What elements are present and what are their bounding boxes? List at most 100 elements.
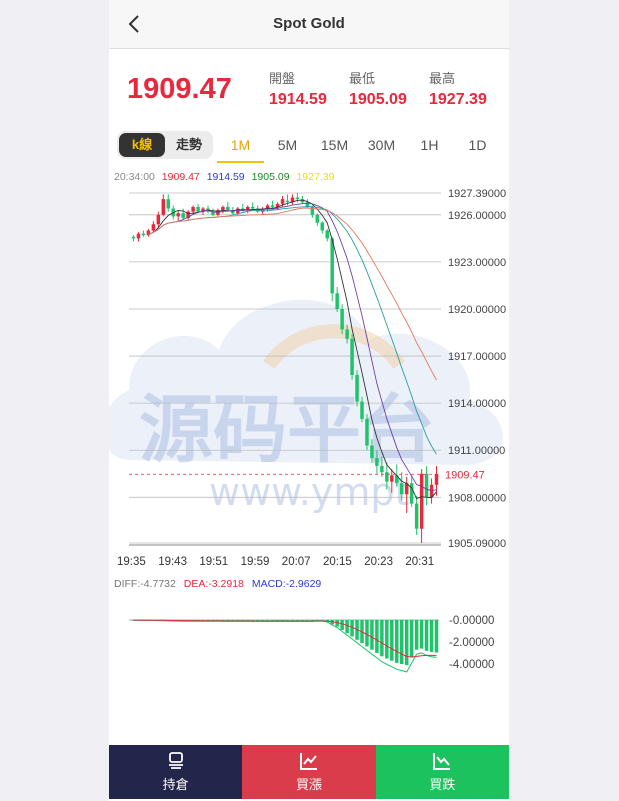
candle-body [380, 465, 384, 473]
trend-down-icon [433, 753, 451, 770]
candle-body [350, 338, 354, 375]
candle-body [295, 197, 300, 200]
buy-down-label: 買跌 [429, 777, 456, 792]
ma-line [148, 199, 437, 500]
candle-body [434, 474, 439, 485]
low-label: 最低 [349, 71, 376, 86]
time-tick-label: 20:23 [364, 556, 393, 568]
macd-bar [424, 620, 429, 651]
candle-body [385, 472, 389, 482]
candle-body [161, 199, 166, 215]
tab-trend[interactable]: 走勢 [167, 133, 211, 157]
page-title: Spot Gold [273, 15, 345, 32]
candle-body [226, 206, 230, 211]
candle-body [136, 233, 141, 239]
macd-tick-label: -0.00000 [449, 615, 494, 627]
tab-period-1m[interactable]: 1M [217, 137, 264, 153]
time-tick-label: 19:43 [158, 556, 187, 568]
chart-tabs: k線 走勢 1M 5M 15M 30M 1H 1D [109, 125, 509, 165]
high-stat: 最高 1927.39 [429, 68, 487, 109]
candle-body [365, 418, 369, 446]
last-price-tag: 1909.47 [445, 469, 485, 481]
time-tick-label: 19:51 [199, 556, 228, 568]
candle-body [181, 213, 185, 218]
candle-body [330, 238, 334, 294]
macd-bar [419, 620, 424, 649]
buy-up-button[interactable]: 買漲 [242, 745, 376, 799]
macd-bar [380, 620, 384, 657]
macd-bar [404, 620, 409, 666]
candle-body [345, 329, 349, 339]
candle-body [166, 199, 170, 209]
tab-period-1d[interactable]: 1D [454, 137, 501, 153]
macd-bar [340, 620, 344, 630]
candle-body [280, 199, 285, 204]
candle-body [355, 374, 359, 402]
app-screen: Spot Gold 1909.47 開盤 1914.59 最低 1905.09 … [109, 0, 509, 801]
candle-body [335, 293, 339, 309]
active-tab-indicator [217, 161, 264, 163]
price-tick-label: 1911.00000 [448, 445, 505, 457]
kline-chart[interactable]: 1927.39000 1926.00000 1923.00000 1920.00000… [109, 165, 509, 745]
macd-diff: DIFF:-4.7732 [114, 578, 176, 590]
candle-body [191, 206, 195, 212]
candle-body [141, 233, 146, 236]
low-value: 1905.09 [349, 91, 407, 108]
candle-body [340, 308, 344, 330]
macd-bar [429, 620, 434, 652]
high-label: 最高 [429, 71, 456, 86]
candle-body [325, 230, 329, 239]
time-tick-label: 20:31 [405, 556, 434, 568]
tab-period-1h[interactable]: 1H [406, 137, 453, 153]
candle-body [375, 458, 379, 466]
candle-body [146, 230, 151, 236]
position-icon [168, 752, 183, 769]
price-tick-label: 1926.00000 [448, 210, 506, 222]
macd-bar [345, 620, 349, 634]
ma-line [148, 206, 437, 455]
price-tick-label: 1923.00000 [448, 257, 506, 269]
macd-bar [365, 620, 369, 647]
price-tick-label: 1920.00000 [448, 304, 506, 316]
candle-body [151, 224, 156, 231]
high-value: 1927.39 [429, 91, 487, 108]
hold-button[interactable]: 持倉 [109, 745, 243, 799]
macd-bar [370, 620, 374, 650]
hold-label: 持倉 [162, 777, 189, 792]
time-tick-label: 19:35 [117, 556, 146, 568]
price-tick-label: 1917.00000 [448, 351, 506, 363]
ma-line [148, 207, 437, 381]
price-tick-label: 1908.00000 [448, 492, 506, 504]
current-price: 1909.47 [127, 73, 232, 105]
buy-down-button[interactable]: 買跌 [375, 745, 509, 799]
tab-period-30m[interactable]: 30M [358, 137, 405, 153]
tab-period-5m[interactable]: 5M [264, 137, 311, 153]
price-tick-label: 1927.39000 [448, 188, 506, 200]
open-stat: 開盤 1914.59 [269, 68, 327, 109]
low-stat: 最低 1905.09 [349, 68, 407, 109]
candle-body [156, 214, 161, 225]
candle-body [414, 503, 419, 529]
macd-info-bar: DIFF:-4.7732 DEA:-3.2918 MACD:-2.9629 [114, 578, 326, 590]
price-tick-label: 1905.09000 [448, 538, 506, 550]
candle-body [221, 206, 225, 211]
candle-body [400, 483, 404, 495]
candle-body [315, 214, 320, 223]
time-tick-label: 20:07 [282, 556, 311, 568]
macd-bar [414, 620, 419, 650]
nav-bar: Spot Gold [109, 0, 509, 49]
open-value: 1914.59 [269, 91, 327, 108]
macd-tick-label: -4.00000 [449, 659, 494, 671]
macd-dea: DEA:-3.2918 [183, 578, 244, 590]
chart-mode-toggle: k線 走勢 [117, 131, 213, 159]
time-tick-label: 20:15 [323, 556, 352, 568]
candle-body [131, 236, 136, 239]
macd-bar [375, 620, 379, 653]
tab-kline[interactable]: k線 [119, 133, 165, 157]
macd-bar [395, 620, 399, 663]
bottom-action-bar: 持倉 買漲 買跌 [109, 745, 509, 799]
tab-period-15m[interactable]: 15M [311, 137, 358, 153]
candle-body [390, 475, 394, 482]
candle-body [250, 206, 255, 209]
ma-line [148, 202, 437, 492]
